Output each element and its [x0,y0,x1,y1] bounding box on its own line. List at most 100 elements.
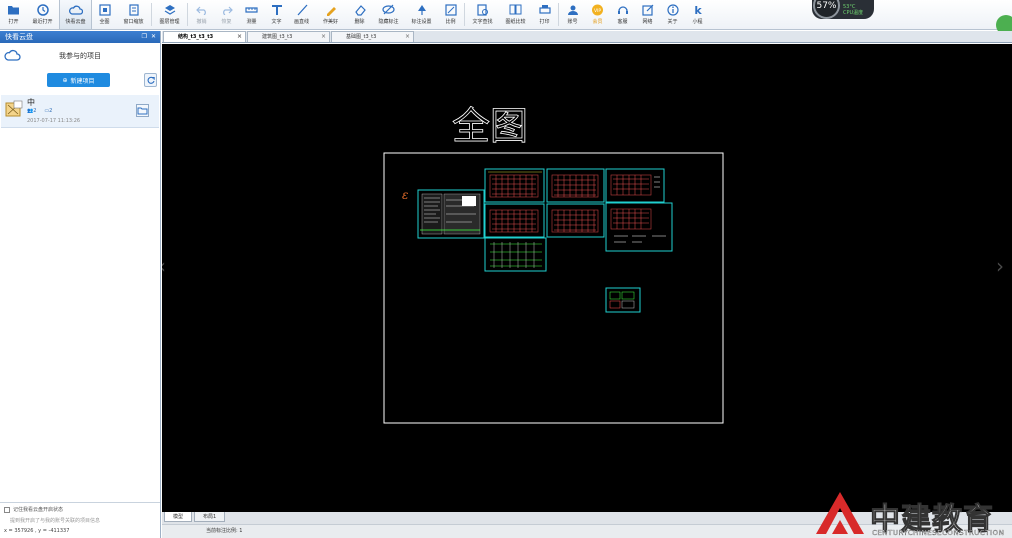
undo-button[interactable]: 撤销 [189,0,214,29]
my-projects-title: 我参与的项目 [59,52,101,60]
headset-icon [616,3,630,16]
tab-layout1[interactable]: 布局1 [194,512,226,522]
scale-button[interactable]: 比例 [438,0,463,29]
sheet-detail [605,287,641,313]
app-window: 打开 最近打开 快看云盘 全图 窗口缩放 图层管理 撤销 恢复 测量 文字 画直… [0,0,1012,538]
cloud-panel-header: 快看云盘 ❐ ✕ [0,31,160,43]
cloud-outline-icon [4,49,21,63]
sheet-plan-1 [484,168,545,203]
print-button[interactable]: 打印 [532,0,557,29]
eraser-icon [353,3,367,16]
clock-icon [36,3,50,16]
service-button[interactable]: 客服 [610,0,635,29]
compare-button[interactable]: 图纸比较 [499,0,532,29]
draw-line-button[interactable]: 画直线 [289,0,314,29]
eye-off-icon [382,3,396,16]
files-count: ▭2 [44,108,52,114]
toolbar-separator [464,3,465,26]
layers-icon [163,3,177,16]
about-label: 关于 [667,19,678,25]
close-icon[interactable]: ✕ [151,31,156,43]
network-button[interactable]: 网络 [635,0,660,29]
window-zoom-button[interactable]: 窗口缩放 [117,0,150,29]
checkbox[interactable] [4,506,10,513]
project-thumbnail-icon [5,100,23,118]
mini-program-button[interactable]: k 小程 [685,0,710,29]
service-label: 客服 [617,19,628,25]
restore-icon[interactable]: ❐ [142,31,147,43]
new-project-label: 新建项目 [70,77,95,85]
about-button[interactable]: 关于 [660,0,685,29]
cloud-disk-button[interactable]: 快看云盘 [59,0,92,29]
hide-annotation-button[interactable]: 隐藏标注 [372,0,405,29]
tab-label: 模型 [173,514,184,520]
layer-manager-label: 图层管理 [159,19,180,25]
draw-line-label: 画直线 [293,19,309,25]
plus-circle-icon: ⊕ [62,76,68,84]
project-date: 2017-07-17 11:13:26 [27,118,81,124]
prev-arrow-icon[interactable]: ‹ [162,254,166,278]
account-label: 账号 [567,19,578,25]
toolbar-separator [187,3,188,26]
redo-label: 恢复 [221,19,232,25]
text-label: 文字 [271,19,282,25]
sheet-plan-6 [605,202,673,252]
folder-icon [7,3,21,16]
remember-state-checkbox[interactable]: 记住我看云盘开启状态 [4,506,63,513]
tab-architecture[interactable]: 建筑图_t3_t3 × [247,31,330,42]
text-icon [270,3,284,16]
open-label: 打开 [8,19,19,25]
next-arrow-icon[interactable]: › [996,254,1004,278]
refresh-button[interactable] [144,73,157,87]
sheet-plan-2 [546,168,605,203]
my-projects-row: 我参与的项目 [0,43,160,69]
text-button[interactable]: 文字 [264,0,289,29]
layer-manager-button[interactable]: 图层管理 [153,0,186,29]
close-icon[interactable]: × [321,32,326,42]
project-meta: 👥2 ▭2 [27,108,52,114]
vip-button[interactable]: VIP 会员 [585,0,610,29]
recent-button[interactable]: 最近打开 [26,0,59,29]
open-project-button[interactable] [136,104,149,117]
tab-foundation[interactable]: 基础图_t3_t3 × [331,31,414,42]
annotation-settings-button[interactable]: 标注设置 [405,0,438,29]
members-value: 2 [33,108,37,114]
pen-button[interactable]: 作美好 [314,0,347,29]
measure-button[interactable]: 测量 [239,0,264,29]
cloud-panel-title: 快看云盘 [5,33,33,41]
toolbar-separator [558,3,559,26]
close-icon[interactable]: × [237,32,242,42]
full-view-button[interactable]: 全图 [92,0,117,29]
full-view-icon [98,3,112,16]
mini-program-label: 小程 [692,19,703,25]
pen-label: 作美好 [322,19,338,25]
svg-text:k: k [694,4,702,16]
tab-model[interactable]: 模型 [164,512,193,522]
network-label: 网络 [642,19,653,25]
pin-icon [415,3,429,16]
document-tabs: 结构_t3_t3_t3 × 建筑图_t3_t3 × 基础图_t3_t3 × [162,31,1012,43]
project-list-item[interactable]: 中 👥2 ▭2 2017-07-17 11:13:26 [1,95,159,128]
sheet-elevation [484,237,547,272]
tab-structure[interactable]: 结构_t3_t3_t3 × [163,31,246,42]
redo-button[interactable]: 恢复 [214,0,239,29]
measure-label: 测量 [246,19,257,25]
account-button[interactable]: 账号 [560,0,585,29]
open-button[interactable]: 打开 [1,0,26,29]
compare-label: 图纸比较 [505,19,526,25]
drawing-canvas[interactable]: 全图 ε › [162,44,1012,512]
cloud-icon [68,3,83,16]
tab-label: 建筑图_t3_t3 [262,34,293,40]
cpu-temp-label: CPU温度 [843,9,864,16]
window-zoom-label: 窗口缩放 [123,19,144,25]
text-search-button[interactable]: 文字查找 [466,0,499,29]
new-project-button[interactable]: ⊕ 新建项目 [47,73,110,87]
cloud-panel-footer: 记住我看云盘开启状态 提到我开启了与我的账号关联的项目信息 x = 357926… [0,502,160,538]
close-icon[interactable]: × [405,32,410,42]
drawing-frame [383,152,724,424]
vip-label: 会员 [592,19,603,25]
remember-state-label: 记住我看云盘开启状态 [13,507,64,513]
delete-button[interactable]: 删除 [347,0,372,29]
annotation-settings-label: 标注设置 [411,19,432,25]
cloud-disk-label: 快看云盘 [65,19,86,25]
